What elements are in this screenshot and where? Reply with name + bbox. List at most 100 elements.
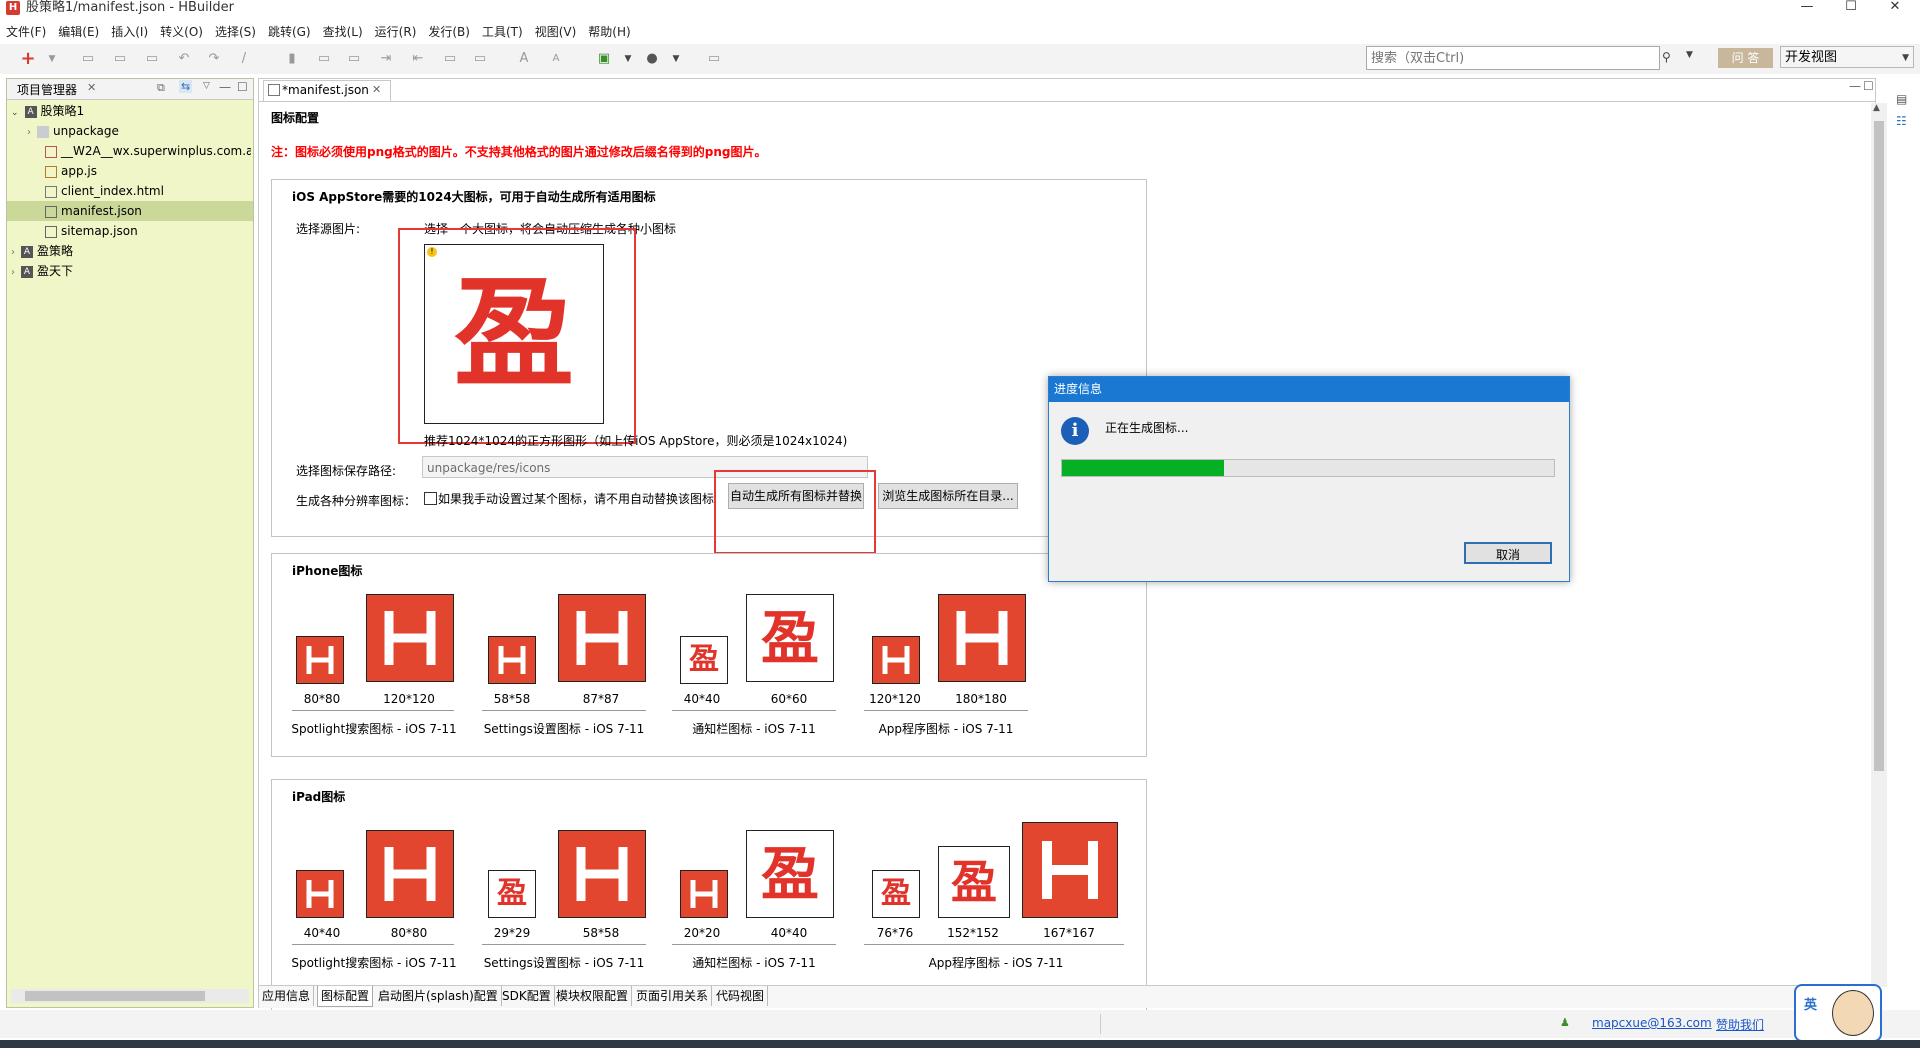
close-icon[interactable]: ✕: [87, 81, 96, 94]
menu-escape[interactable]: 转义(O): [154, 22, 209, 42]
tab-app-info[interactable]: 应用信息: [259, 986, 315, 1006]
run-dropdown-icon[interactable]: ▼: [620, 51, 636, 67]
ipad-spotlight-icon-80[interactable]: [366, 830, 454, 918]
editor-tab[interactable]: *manifest.json ✕: [263, 80, 391, 101]
tab-code-view[interactable]: 代码视图: [713, 986, 769, 1006]
menu-find[interactable]: 查找(L): [317, 22, 369, 42]
browser-dropdown-icon[interactable]: ▼: [668, 51, 684, 67]
bookmark-icon[interactable]: ▮: [284, 51, 300, 67]
tree-item-folder[interactable]: › unpackage: [27, 121, 251, 141]
run-icon[interactable]: ▣: [596, 51, 612, 67]
notification-icon-60[interactable]: 盈: [746, 594, 834, 682]
next-icon[interactable]: ▭: [346, 51, 362, 67]
app-icon-120[interactable]: [872, 636, 920, 684]
tab-module-permissions[interactable]: 模块权限配置: [553, 986, 633, 1006]
scrollbar-thumb[interactable]: [25, 991, 205, 1001]
menu-publish[interactable]: 发行(B): [422, 22, 476, 42]
email-link[interactable]: mapcxue@163.com: [1592, 1016, 1712, 1030]
vertical-scrollbar[interactable]: ▲: [1871, 103, 1887, 987]
ime-widget[interactable]: 英: [1794, 984, 1882, 1042]
ipad-settings-icon-58[interactable]: [558, 830, 646, 918]
ipad-app-icon-76[interactable]: 盈: [872, 870, 920, 918]
search-input[interactable]: [1367, 47, 1643, 69]
cancel-button[interactable]: 取消: [1464, 542, 1552, 564]
save-all-icon[interactable]: ▭: [112, 51, 128, 67]
maximize-view-icon[interactable]: ☐: [1863, 79, 1874, 93]
save-icon[interactable]: ▭: [80, 51, 96, 67]
horizontal-scrollbar[interactable]: [11, 989, 249, 1003]
scrollbar-thumb[interactable]: [1874, 121, 1884, 771]
prev-icon[interactable]: ▭: [316, 51, 332, 67]
collapse-icon[interactable]: ⧉: [157, 81, 165, 95]
preview-icon[interactable]: ▭: [706, 51, 722, 67]
browse-icons-button[interactable]: 浏览生成图标所在目录...: [878, 483, 1018, 509]
settings-icon-58[interactable]: [488, 636, 536, 684]
ipad-app-icon-152[interactable]: 盈: [938, 846, 1010, 918]
minimize-view-icon[interactable]: —: [1849, 79, 1861, 93]
tree-item-project[interactable]: ⌄ A 股策略1: [11, 101, 251, 121]
project-explorer-title[interactable]: 项目管理器: [17, 81, 77, 98]
tab-splash-config[interactable]: 启动图片(splash)配置: [375, 986, 502, 1006]
no-replace-checkbox[interactable]: [424, 492, 437, 505]
close-icon[interactable]: ✕: [372, 83, 381, 96]
view-menu-icon[interactable]: ▽: [203, 81, 210, 91]
maximize-view-icon[interactable]: ☐: [237, 80, 248, 94]
minimize-view-icon[interactable]: —: [219, 80, 231, 94]
menu-goto[interactable]: 跳转(G): [262, 22, 317, 42]
scroll-up-icon[interactable]: ▲: [1873, 103, 1880, 113]
settings-icon-87[interactable]: [558, 594, 646, 682]
format-icon[interactable]: /: [236, 51, 252, 67]
outdent-icon[interactable]: ⇤: [410, 51, 426, 67]
spotlight-icon-120[interactable]: [366, 594, 454, 682]
browser-icon[interactable]: ●: [644, 51, 660, 67]
tree-item-project[interactable]: › A 盈天下: [11, 261, 251, 281]
menu-select[interactable]: 选择(S): [209, 22, 262, 42]
tab-icon-config[interactable]: 图标配置: [317, 986, 374, 1007]
ipad-settings-icon-29[interactable]: 盈: [488, 870, 536, 918]
undo-icon[interactable]: ↶: [176, 51, 192, 67]
ipad-notification-icon-40[interactable]: 盈: [746, 830, 834, 918]
tree-item-file[interactable]: __W2A__wx.superwinplus.com.ap: [45, 141, 251, 161]
menu-run[interactable]: 运行(R): [369, 22, 423, 42]
menu-view[interactable]: 视图(V): [529, 22, 583, 42]
chevron-down-icon[interactable]: ▼: [44, 51, 60, 67]
font-smaller-icon[interactable]: A: [548, 51, 564, 67]
structure-icon[interactable]: ☷: [1896, 114, 1907, 128]
tree-item-file[interactable]: app.js: [45, 161, 251, 181]
link-editor-icon[interactable]: ⇆: [179, 80, 193, 93]
minimize-icon[interactable]: —: [1784, 0, 1830, 16]
view-select[interactable]: 开发视图 ▼: [1780, 46, 1914, 68]
menu-edit[interactable]: 编辑(E): [52, 22, 105, 42]
revert-icon[interactable]: ▭: [144, 51, 160, 67]
tree-item-file[interactable]: sitemap.json: [45, 221, 251, 241]
app-icon-180[interactable]: [938, 594, 1026, 682]
menu-tools[interactable]: 工具(T): [476, 22, 529, 42]
notification-icon-40[interactable]: 盈: [680, 636, 728, 684]
menu-insert[interactable]: 插入(I): [105, 22, 154, 42]
indent-icon[interactable]: ⇥: [378, 51, 394, 67]
tree-item-project[interactable]: › A 盈策略: [11, 241, 251, 261]
wrap-icon[interactable]: ▭: [472, 51, 488, 67]
maximize-icon[interactable]: ☐: [1828, 0, 1874, 16]
qa-button[interactable]: 问 答: [1718, 48, 1773, 68]
menu-help[interactable]: 帮助(H): [582, 22, 636, 42]
redo-icon[interactable]: ↷: [206, 51, 222, 67]
sponsor-link[interactable]: 赞助我们: [1716, 1016, 1764, 1033]
menu-file[interactable]: 文件(F): [0, 22, 52, 42]
ipad-spotlight-icon-40[interactable]: [296, 870, 344, 918]
ipad-notification-icon-20[interactable]: [680, 870, 728, 918]
tab-sdk-config[interactable]: SDK配置: [499, 986, 555, 1006]
ipad-app-icon-167[interactable]: [1022, 822, 1118, 918]
search-icon[interactable]: ⚲: [1662, 50, 1676, 64]
comment-icon[interactable]: ▭: [442, 51, 458, 67]
outline-icon[interactable]: ▤: [1896, 92, 1907, 106]
tree-item-file[interactable]: client_index.html: [45, 181, 251, 201]
search-box[interactable]: [1366, 46, 1660, 70]
search-dropdown-icon[interactable]: ▼: [1686, 50, 1693, 60]
spotlight-icon-80[interactable]: [296, 636, 344, 684]
tree-item-file-selected[interactable]: manifest.json: [7, 201, 253, 221]
tab-page-references[interactable]: 页面引用关系: [633, 986, 713, 1006]
new-file-icon[interactable]: +: [20, 50, 36, 68]
close-icon[interactable]: ✕: [1872, 0, 1918, 16]
font-larger-icon[interactable]: A: [516, 51, 532, 67]
